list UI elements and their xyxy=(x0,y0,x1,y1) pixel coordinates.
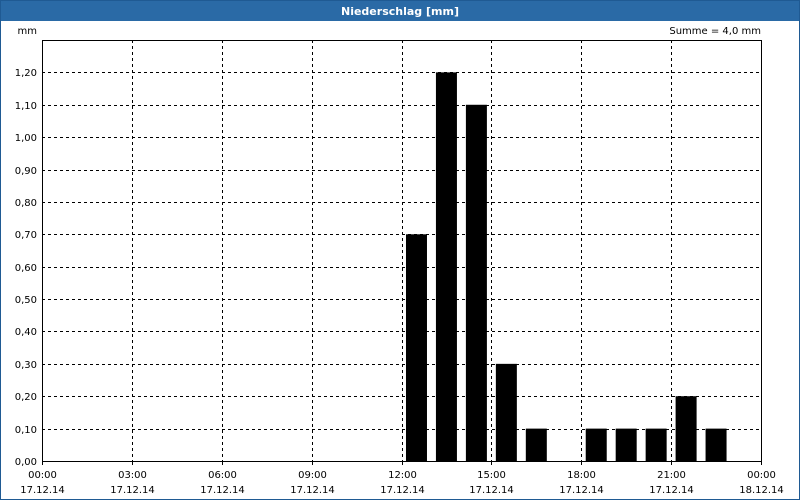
precipitation-chart: 0,00 0,10 0,20 0,30 0,40 0,50 0,60 0,70 0,80 0,90… xyxy=(15,26,784,496)
bar xyxy=(585,428,607,461)
bar xyxy=(705,428,727,461)
y-tick-label: 0,60 xyxy=(15,263,37,274)
y-tick-label: 1,20 xyxy=(15,68,37,79)
x-tick-date: 17.12.14 xyxy=(559,485,604,496)
y-unit-label: mm xyxy=(18,26,37,37)
y-tick-label: 0,00 xyxy=(15,457,37,468)
bar xyxy=(675,396,697,461)
x-tick-time: 06:00 xyxy=(208,470,237,481)
x-tick-time: 00:00 xyxy=(28,470,57,481)
x-tick-time: 21:00 xyxy=(657,470,686,481)
y-tick-label: 0,30 xyxy=(15,360,37,371)
x-tick-date: 17.12.14 xyxy=(290,485,335,496)
y-tick-label: 1,00 xyxy=(15,133,37,144)
bar xyxy=(435,72,457,461)
y-tick-label: 0,90 xyxy=(15,166,37,177)
x-tick-time: 09:00 xyxy=(298,470,327,481)
x-tick-date: 17.12.14 xyxy=(649,485,694,496)
x-tick-date: 17.12.14 xyxy=(20,485,65,496)
chart-area: 0,00 0,10 0,20 0,30 0,40 0,50 0,60 0,70 0,80 0,90… xyxy=(1,22,799,499)
y-tick-label: 0,80 xyxy=(15,198,37,209)
bar xyxy=(465,104,487,462)
x-tick-date: 17.12.14 xyxy=(110,485,155,496)
bar xyxy=(615,428,637,461)
x-tick-time: 18:00 xyxy=(567,470,596,481)
x-tick-time: 03:00 xyxy=(118,470,147,481)
sum-label: Summe = 4,0 mm xyxy=(669,26,761,37)
x-tick-date: 17.12.14 xyxy=(200,485,245,496)
bar xyxy=(525,428,547,461)
y-tick-label: 0,50 xyxy=(15,295,37,306)
y-tick-label: 0,70 xyxy=(15,230,37,241)
x-tick-time: 00:00 xyxy=(747,470,776,481)
bar xyxy=(495,363,517,461)
window-title: Niederschlag [mm] xyxy=(1,1,799,21)
chart-window: Niederschlag [mm] 0,00 0,10 0,20 0,30 0,40 0,… xyxy=(0,0,800,500)
bar xyxy=(645,428,667,461)
y-tick-label: 0,40 xyxy=(15,327,37,338)
y-tick-label: 0,20 xyxy=(15,392,37,403)
y-tick-label: 0,10 xyxy=(15,425,37,436)
x-tick-date: 17.12.14 xyxy=(469,485,514,496)
bar xyxy=(405,234,427,461)
x-tick-date: 18.12.14 xyxy=(739,485,784,496)
y-tick-label: 1,10 xyxy=(15,101,37,112)
x-tick-time: 12:00 xyxy=(388,470,417,481)
x-tick-time: 15:00 xyxy=(477,470,506,481)
x-tick-date: 17.12.14 xyxy=(380,485,425,496)
